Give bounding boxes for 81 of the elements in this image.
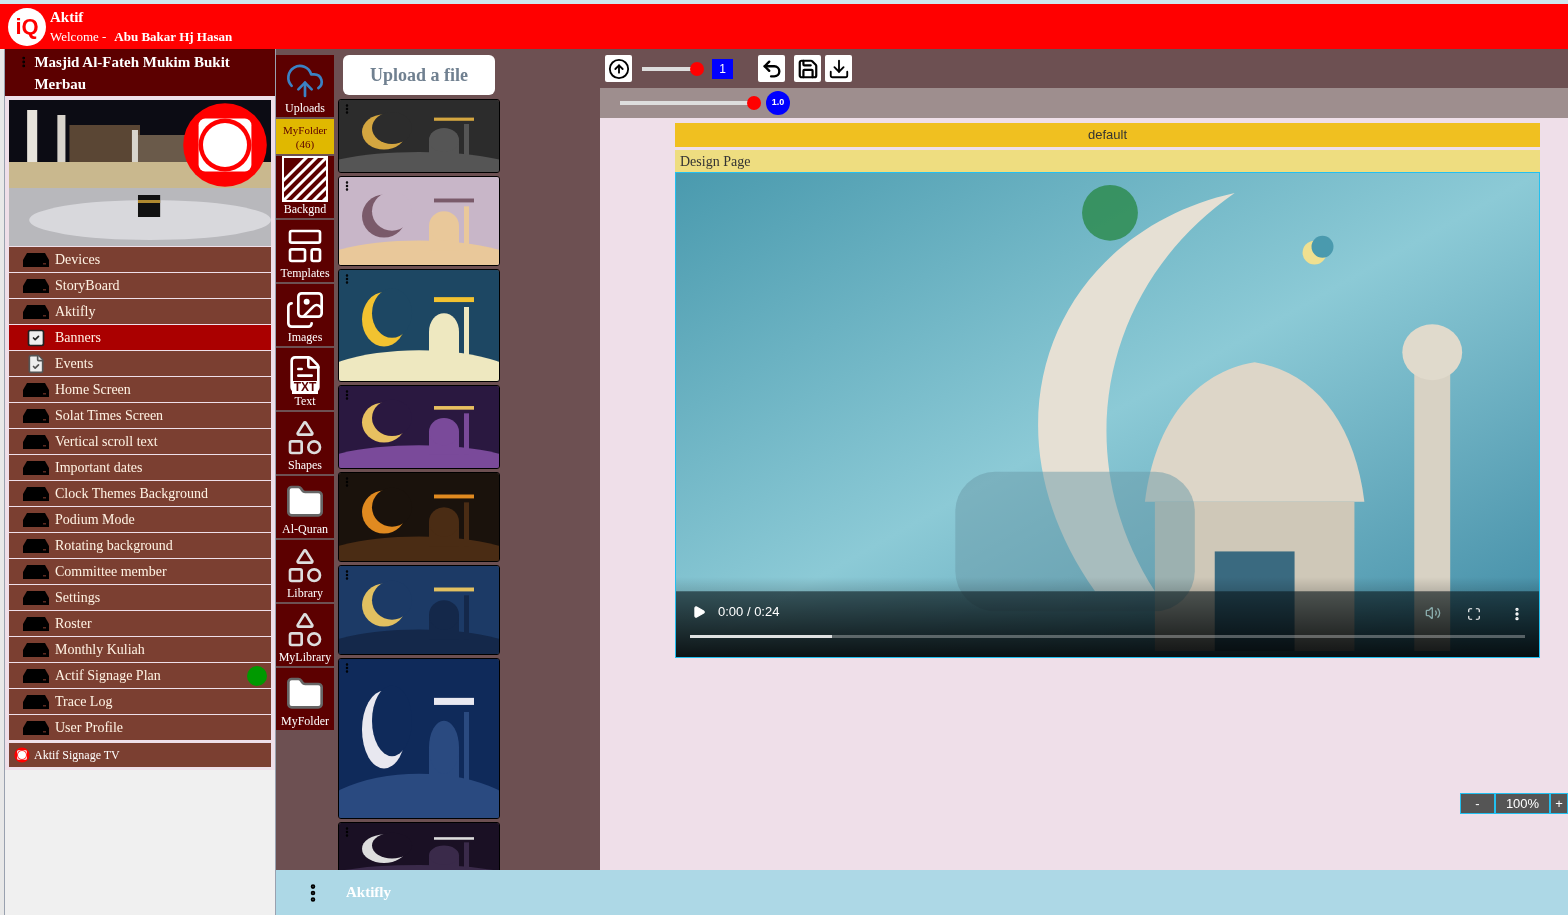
sidebar-item[interactable]: Clock Themes Background [9,481,271,506]
layer-bar[interactable]: default [675,123,1540,147]
drive-icon [23,277,49,294]
page-title-bar: Design Page [675,150,1540,172]
tool-tab[interactable]: Al-Quran [276,476,334,538]
sidebar-item[interactable]: Devices [9,247,271,272]
welcome-label: Welcome - [50,27,107,46]
slider-thumb[interactable] [747,96,762,110]
footer-label: Aktif Signage TV [34,747,120,764]
zoom-level: 100% [1495,793,1550,814]
sidebar-item[interactable]: Home Screen [9,377,271,402]
drive-icon [23,303,49,320]
scale-value: 1.0 [766,91,790,115]
sidebar-item[interactable]: Actif Signage Plan [9,663,271,688]
drive-icon [23,693,49,710]
zoom-out-button[interactable]: - [1460,793,1495,814]
sidebar-item[interactable]: Settings [9,585,271,610]
organization-name: Masjid Al-Fateh Mukim Bukit Merbau [34,53,231,94]
sidebar-item[interactable]: StoryBoard [9,273,271,298]
striped-square-icon [282,156,328,202]
sidebar-item[interactable]: Events [9,351,271,376]
folder-count-tab[interactable]: MyFolder (46) [276,119,334,154]
app-title: Aktif [50,7,85,27]
drive-icon [23,251,49,268]
download-button[interactable] [825,55,852,82]
size-value: 1 [712,58,733,79]
bottom-bar-title: Aktifly [346,883,391,903]
volume-icon[interactable] [1425,605,1441,621]
tool-tab[interactable]: Shapes [276,412,334,474]
images-icon [285,290,325,330]
drive-icon [23,615,49,632]
drive-icon [23,485,49,502]
drive-icon [23,459,49,476]
drive-icon [23,537,49,554]
tool-tab[interactable]: Backgnd [276,156,334,218]
tool-tab[interactable]: Images [276,284,334,346]
app-logo: iQ [8,7,46,46]
drive-icon [23,511,49,528]
sidebar-item[interactable]: Aktifly [9,299,271,324]
drive-icon [23,563,49,580]
undo-button[interactable] [758,55,785,82]
sidebar-item[interactable]: User Profile [9,715,271,740]
checklist-icon [26,327,46,348]
tool-tab[interactable]: MyFolder [276,668,334,730]
drive-icon [23,667,49,684]
sidebar-item[interactable]: Banners [9,325,271,350]
tool-tab[interactable]: TXT Text [276,348,334,410]
sidebar-item[interactable]: Rotating background [9,533,271,558]
brand-mark-icon [181,101,269,189]
drive-icon [23,407,49,424]
sidebar-footer[interactable]: Aktif Signage TV [9,743,271,767]
document-icon [26,353,46,374]
drive-icon [23,589,49,606]
fullscreen-icon[interactable] [1467,607,1481,621]
video-time: 0:00 / 0:24 [718,602,780,621]
sidebar-item[interactable]: Trace Log [9,689,271,714]
tool-tab[interactable]: Templates [276,220,334,282]
sidebar-item[interactable]: Solat Times Screen [9,403,271,428]
upload-button[interactable] [605,55,632,82]
sidebar-item[interactable]: Committee member [9,559,271,584]
drive-icon [23,641,49,658]
sidebar-item[interactable]: Monthly Kuliah [9,637,271,662]
play-icon[interactable] [692,605,706,619]
sidebar-item[interactable]: Important dates [9,455,271,480]
user-name: Abu Bakar Hj Hasan [114,27,233,46]
drive-icon [23,381,49,398]
upload-file-button[interactable]: Upload a file [343,55,495,95]
video-progress-track[interactable] [690,635,1525,638]
tool-tab[interactable]: MyLibrary [276,604,334,666]
drive-icon [23,719,49,736]
tool-tab[interactable]: Uploads [276,55,334,117]
sidebar-item[interactable]: Roster [9,611,271,636]
sidebar-item[interactable]: Podium Mode [9,507,271,532]
file-type-label: TXT [291,381,319,394]
brand-mark-icon [14,747,30,763]
tool-tab[interactable]: Library [276,540,334,602]
sidebar-item[interactable]: Vertical scroll text [9,429,271,454]
save-button[interactable] [794,55,821,82]
drive-icon [23,433,49,450]
slider-thumb[interactable] [690,61,705,76]
zoom-in-button[interactable]: + [1550,793,1568,814]
